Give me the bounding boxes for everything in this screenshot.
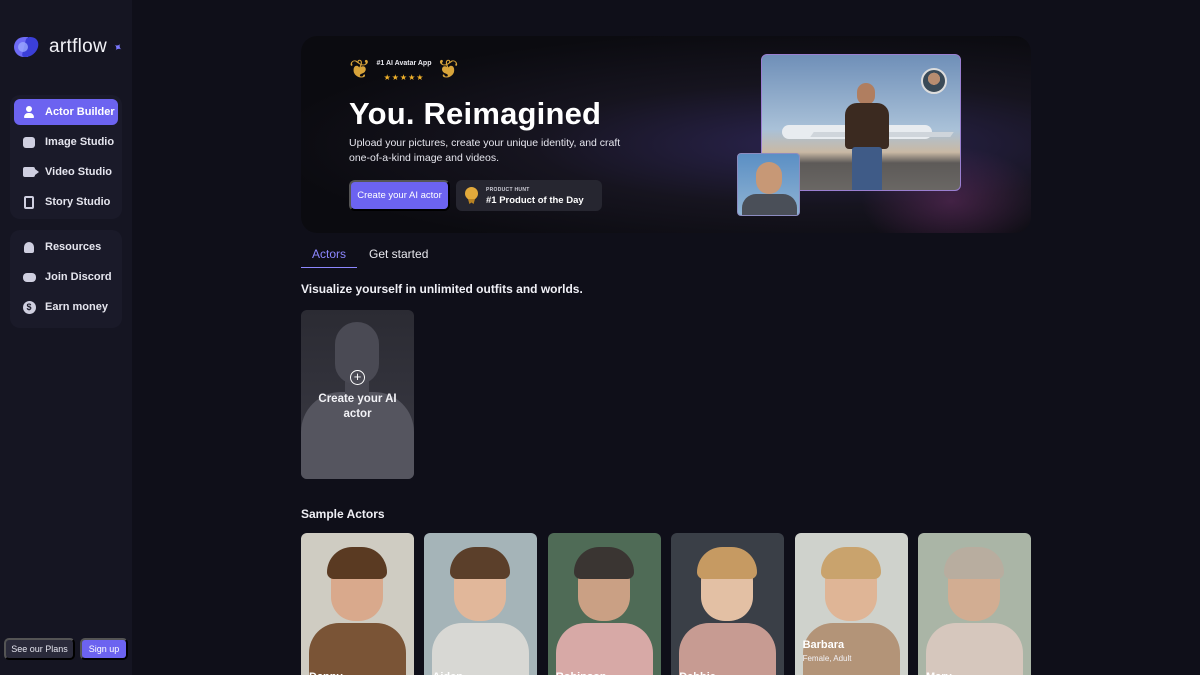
sidebar-item-label: Actor Builder bbox=[45, 106, 115, 118]
actor-clothes bbox=[309, 623, 406, 675]
create-ai-actor-button[interactable]: Create your AI actor bbox=[349, 180, 450, 211]
sample-actors-heading: Sample Actors bbox=[301, 507, 385, 521]
discord-icon bbox=[22, 270, 36, 284]
visualize-heading: Visualize yourself in unlimited outfits … bbox=[301, 282, 583, 296]
actor-card[interactable]: Danny bbox=[301, 533, 414, 675]
dollar-icon: $ bbox=[22, 300, 36, 314]
actor-name: Robinson bbox=[556, 671, 607, 675]
story-icon bbox=[22, 195, 36, 209]
actor-hair bbox=[820, 547, 881, 579]
actor-hair bbox=[697, 547, 758, 579]
actor-clothes bbox=[555, 623, 653, 675]
actor-name: Mary bbox=[926, 671, 952, 675]
image-icon bbox=[22, 135, 36, 149]
brand-name: artflow bbox=[49, 36, 108, 57]
create-actor-card[interactable]: + Create your AI actor bbox=[301, 310, 414, 479]
actor-hair bbox=[327, 547, 387, 579]
product-hunt-badge[interactable]: PRODUCT HUNT #1 Product of the Day bbox=[456, 180, 602, 211]
secondary-nav: Resources Join Discord $ Earn money bbox=[10, 230, 122, 328]
actor-card[interactable]: Mary bbox=[918, 533, 1031, 675]
sidebar-item-label: Earn money bbox=[45, 301, 108, 313]
actor-subtitle: Female, Adult bbox=[802, 654, 852, 663]
create-actor-label: Create your AI actor bbox=[318, 393, 397, 420]
badge-big-text: #1 Product of the Day bbox=[486, 195, 584, 206]
bell-icon bbox=[22, 240, 36, 254]
actor-card[interactable]: Barbara Female, Adult bbox=[794, 533, 908, 675]
hero-banner: ❦ ❦ #1 AI Avatar App ★★★★★ You. Reimagin… bbox=[301, 36, 1031, 233]
see-plans-button[interactable]: See our Plans bbox=[4, 638, 75, 660]
sidebar-item-story-studio[interactable]: Story Studio bbox=[14, 189, 118, 215]
sidebar-item-label: Story Studio bbox=[45, 196, 111, 208]
actor-clothes bbox=[926, 623, 1023, 675]
sign-up-button[interactable]: Sign up bbox=[80, 638, 128, 660]
sidebar-item-label: Resources bbox=[45, 241, 102, 253]
sidebar-item-actor-builder[interactable]: Actor Builder bbox=[14, 99, 118, 125]
hero-title: You. Reimagined bbox=[349, 96, 602, 131]
award-stars: ★★★★★ bbox=[383, 73, 425, 82]
sidebar-item-image-studio[interactable]: Image Studio bbox=[14, 129, 118, 155]
award-title: #1 AI Avatar App bbox=[376, 60, 432, 67]
content-tabs: Actors Get started bbox=[301, 240, 440, 268]
actor-card[interactable]: Aiden bbox=[424, 533, 538, 675]
actor-card[interactable]: Robinson bbox=[547, 533, 661, 675]
sidebar-item-label: Image Studio bbox=[45, 136, 115, 148]
medal-icon bbox=[465, 187, 478, 200]
actor-clothes bbox=[432, 623, 530, 675]
actor-name: Danny bbox=[309, 671, 343, 675]
artflow-logo-icon bbox=[14, 35, 41, 59]
brand-logo[interactable]: artflow ✦ bbox=[14, 35, 125, 59]
sidebar-item-join-discord[interactable]: Join Discord bbox=[14, 264, 118, 290]
tab-actors[interactable]: Actors bbox=[301, 240, 357, 268]
actor-name: Debbie bbox=[679, 671, 716, 675]
hero-description: Upload your pictures, create your unique… bbox=[349, 137, 621, 164]
user-icon bbox=[22, 105, 36, 119]
video-icon bbox=[22, 165, 39, 179]
sidebar-item-earn-money[interactable]: $ Earn money bbox=[14, 294, 118, 320]
award-badge: ❦ ❦ #1 AI Avatar App ★★★★★ bbox=[349, 54, 459, 86]
mini-avatar bbox=[921, 68, 947, 94]
actor-hair bbox=[450, 547, 511, 579]
badge-small-text: PRODUCT HUNT bbox=[486, 187, 530, 193]
actor-clothes bbox=[679, 623, 777, 675]
actor-card[interactable]: Debbie bbox=[671, 533, 785, 675]
sidebar-item-label: Video Studio bbox=[45, 166, 113, 178]
actor-hair bbox=[944, 547, 1004, 579]
actor-name: Barbara bbox=[802, 639, 845, 651]
sidebar-item-label: Join Discord bbox=[45, 271, 112, 283]
pin-icon[interactable]: ✦ bbox=[110, 39, 125, 55]
tab-get-started[interactable]: Get started bbox=[357, 240, 440, 268]
main-nav: Actor Builder Image Studio Video Studio … bbox=[10, 95, 122, 219]
sidebar-item-video-studio[interactable]: Video Studio bbox=[14, 159, 118, 185]
hero-source-selfie bbox=[737, 153, 800, 216]
sidebar-item-resources[interactable]: Resources bbox=[14, 234, 118, 260]
actor-name: Aiden bbox=[432, 671, 463, 675]
sidebar: artflow ✦ Actor Builder Image Studio Vid… bbox=[0, 0, 132, 675]
plus-icon: + bbox=[350, 370, 365, 385]
actor-hair bbox=[573, 547, 634, 579]
